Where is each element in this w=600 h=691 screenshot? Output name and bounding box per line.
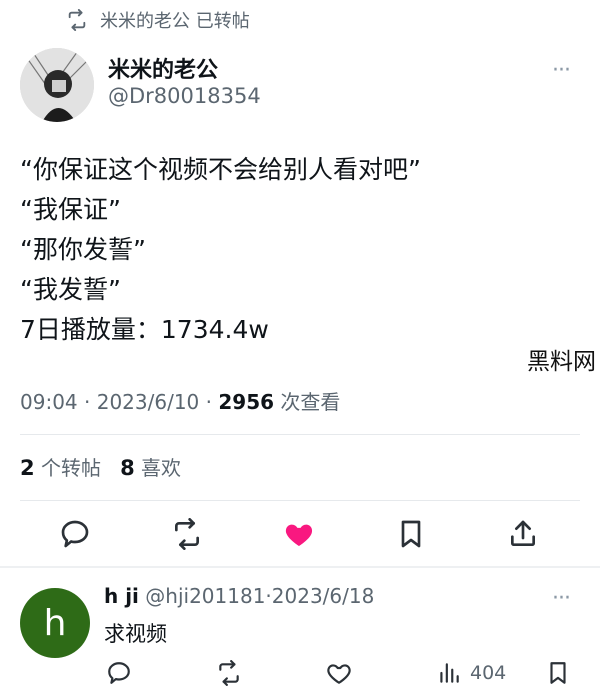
retweet-icon [175, 518, 199, 550]
tweet-line: “我发誓” [20, 275, 121, 304]
tweet-date[interactable]: 2023/6/10 [97, 390, 200, 414]
tweet-action-bar [0, 506, 600, 562]
divider [20, 500, 580, 501]
tweet-line: 7日播放量：1734.4w [20, 315, 269, 344]
section-divider [0, 566, 600, 568]
reply-author-name[interactable]: h ji [104, 584, 139, 608]
author-handle[interactable]: @Dr80018354 [108, 84, 261, 108]
heart-icon [285, 524, 313, 546]
reply-reply-button[interactable] [106, 658, 132, 688]
share-icon [511, 520, 535, 546]
retweet-button[interactable] [169, 516, 205, 552]
retweet-banner-text: 米米的老公 已转帖 [100, 11, 250, 32]
reply-like-button[interactable] [326, 658, 352, 688]
views-chart-icon [440, 663, 459, 683]
reply-more-options-icon[interactable]: ··· [552, 586, 571, 611]
tweet-meta: 09:04 · 2023/6/10 · 2956 次查看 [20, 386, 340, 415]
reply-button[interactable] [57, 516, 93, 552]
retweet-icon [219, 660, 239, 686]
reply-action-bar: 404 [0, 656, 600, 690]
tweet-stats: 2 个转帖 8 喜欢 [20, 452, 181, 481]
share-button[interactable] [505, 516, 541, 552]
like-count: 8 [120, 456, 135, 480]
reply-view-count: 404 [470, 662, 507, 684]
meta-separator: · [205, 390, 212, 414]
repost-label: 个转帖 [40, 456, 101, 480]
like-button[interactable] [281, 516, 317, 552]
like-label: 喜欢 [141, 456, 182, 480]
reply-icon [108, 662, 130, 684]
reply-date[interactable]: 2023/6/18 [272, 584, 375, 608]
tweet-line: “你保证这个视频不会给别人看对吧” [20, 155, 421, 184]
reply-bookmark-button[interactable] [545, 658, 571, 688]
tweet-line: “我保证” [20, 195, 121, 224]
retweet-banner: 米米的老公 已转帖 [66, 6, 250, 34]
reply-icon [61, 520, 89, 548]
more-options-icon[interactable]: ··· [552, 58, 571, 83]
view-count: 2956 [218, 390, 275, 414]
divider [20, 434, 580, 435]
bookmark-icon [550, 662, 566, 684]
reply-header: h ji @hji201181·2023/6/18 [104, 584, 374, 608]
reply-text: 求视频 [104, 622, 167, 646]
tweet-line: “那你发誓” [20, 235, 146, 264]
reply-retweet-button[interactable] [216, 658, 242, 688]
author-avatar-image [20, 48, 94, 122]
tweet-text: “你保证这个视频不会给别人看对吧” “我保证” “那你发誓” “我发誓” 7日播… [20, 150, 580, 350]
tweet-time[interactable]: 09:04 [20, 390, 78, 414]
view-count-label: 次查看 [280, 390, 341, 414]
repost-stat[interactable]: 2 个转帖 [20, 456, 101, 480]
reply-views-button[interactable]: 404 [436, 658, 506, 688]
like-stat[interactable]: 8 喜欢 [120, 456, 181, 480]
author-name[interactable]: 米米的老公 [108, 52, 218, 84]
heart-outline-icon [327, 664, 351, 684]
watermark: 黑料网 [527, 349, 596, 375]
meta-separator: · [84, 390, 91, 414]
reply-avatar[interactable]: h [20, 588, 90, 658]
author-avatar[interactable] [20, 48, 94, 122]
bookmark-icon [401, 520, 421, 548]
reply-author-handle[interactable]: @hji201181 [145, 584, 265, 608]
retweet-icon [68, 9, 86, 31]
bookmark-button[interactable] [393, 516, 429, 552]
repost-count: 2 [20, 456, 35, 480]
